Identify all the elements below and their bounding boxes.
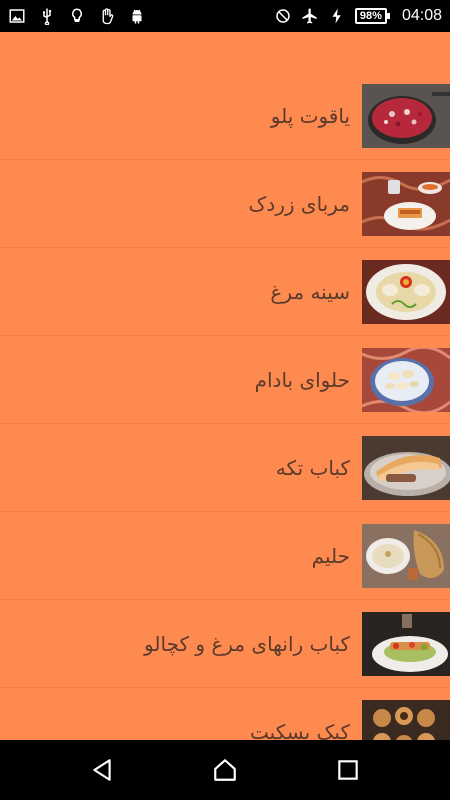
chicken-thigh-kabab-thumbnail xyxy=(362,611,450,676)
recents-icon xyxy=(338,760,359,780)
clock: 04:08 xyxy=(401,7,442,24)
lightbulb-icon xyxy=(68,7,86,25)
jeweled-rice-thumbnail xyxy=(362,83,450,148)
back-icon xyxy=(92,759,111,781)
recipe-item-biscuit-cake[interactable]: کیک بسکیت xyxy=(0,688,450,740)
recipe-item-chicken-breast[interactable]: سینه مرغ xyxy=(0,248,450,336)
recipe-title: سینه مرغ xyxy=(270,279,350,304)
back-button[interactable] xyxy=(78,746,126,794)
navigation-bar xyxy=(0,740,450,800)
recipe-title: مربای زردک xyxy=(248,191,350,216)
recipe-title: حلیم xyxy=(311,543,350,568)
recipe-item-jeweled-rice[interactable]: یاقوت پلو xyxy=(0,72,450,160)
hand-icon xyxy=(98,7,116,25)
do-not-disturb-icon xyxy=(274,7,292,25)
recipe-title: کباب تکه xyxy=(275,455,350,480)
biscuit-cake-thumbnail xyxy=(362,699,450,740)
recipe-item-chicken-thigh-kabab[interactable]: کباب رانهای مرغ و کچالو xyxy=(0,600,450,688)
chicken-breast-thumbnail xyxy=(362,259,450,324)
recipe-title: یاقوت پلو xyxy=(270,103,350,128)
battery-indicator: 98% xyxy=(354,8,390,24)
recipe-item-kabab-tekeh[interactable]: کباب تکه xyxy=(0,424,450,512)
system-icons: 98% 04:08 xyxy=(274,7,442,25)
recipe-title: کباب رانهای مرغ و کچالو xyxy=(144,631,350,656)
recipe-item-haleem[interactable]: حلیم xyxy=(0,512,450,600)
recipe-list-screen: یاقوت پلو مربای زردک سینه مرغ حلوای بادا… xyxy=(0,32,450,740)
image-icon xyxy=(8,7,26,25)
almond-halva-thumbnail xyxy=(362,347,450,412)
kabab-tekeh-thumbnail xyxy=(362,435,450,500)
recipe-item-carrot-jam[interactable]: مربای زردک xyxy=(0,160,450,248)
recipe-title: حلوای بادام xyxy=(254,367,350,392)
carrot-jam-thumbnail xyxy=(362,171,450,236)
airplane-mode-icon xyxy=(301,7,319,25)
android-icon xyxy=(128,7,146,25)
home-button[interactable] xyxy=(201,746,249,794)
haleem-thumbnail xyxy=(362,523,450,588)
status-bar: 98% 04:08 xyxy=(0,0,450,32)
recipe-item-almond-halva[interactable]: حلوای بادام xyxy=(0,336,450,424)
usb-icon xyxy=(38,7,56,25)
recents-button[interactable] xyxy=(324,746,372,794)
recipe-list[interactable]: یاقوت پلو مربای زردک سینه مرغ حلوای بادا… xyxy=(0,32,450,740)
charging-icon xyxy=(328,7,346,25)
recipe-title: کیک بسکیت xyxy=(250,719,350,741)
notification-icons xyxy=(8,7,146,25)
home-icon xyxy=(214,759,236,781)
